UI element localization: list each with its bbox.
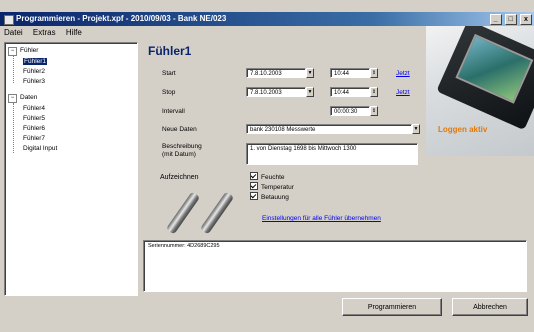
stop-label: Stop (162, 89, 176, 96)
tree-label: Fühler (20, 47, 39, 54)
tree-label: Fühler6 (23, 125, 46, 132)
tree-label: Fühler2 (23, 68, 46, 75)
start-now-link[interactable]: Jetzt (396, 70, 410, 77)
tree-item-fuehler6[interactable]: Fühler6 (23, 125, 45, 132)
app-icon (4, 15, 14, 25)
tree-item-fuehler2[interactable]: Fühler2 (23, 68, 45, 75)
calendar-dropdown-icon[interactable]: ▼ (306, 68, 314, 78)
menu-hilfe[interactable]: Hilfe (62, 27, 86, 39)
stop-date-field[interactable]: 7.8.10.2003 (246, 87, 306, 97)
data-logger-photo (426, 26, 534, 156)
checkbox-checked-icon[interactable] (250, 172, 258, 180)
checkbox-betauung[interactable]: Betauung (250, 192, 289, 201)
description-label: Beschreibung (162, 143, 202, 150)
apply-all-sensors-link[interactable]: Einstellungen für alle Fühler übernehmen (262, 215, 381, 222)
tree-item-fuehler7[interactable]: Fühler7 (23, 135, 45, 142)
calendar-dropdown-icon[interactable]: ▼ (306, 87, 314, 97)
checkbox-checked-icon[interactable] (250, 192, 258, 200)
tree-node-daten[interactable]: − Daten (8, 94, 37, 103)
tree-item-digital-input[interactable]: Digital Input (23, 145, 57, 152)
tree-line (13, 53, 14, 83)
tree-label: Digital Input (23, 145, 58, 152)
interval-field[interactable]: 00:00:30 (330, 106, 370, 116)
sensor-probe-icon (165, 191, 201, 235)
close-button[interactable]: x (520, 14, 532, 25)
tree-node-fuehler[interactable]: − Fühler (8, 47, 38, 56)
record-label: Aufzeichnen (160, 174, 199, 181)
interval-label: Intervall (162, 108, 185, 115)
tree-line (13, 103, 14, 153)
spin-icon[interactable]: ⇕ (370, 87, 378, 97)
description-field[interactable]: 1. von Dienstag 1698 bis Mittwoch 1300 (246, 143, 418, 165)
tree-item-fuehler5[interactable]: Fühler5 (23, 115, 45, 122)
start-date-field[interactable]: 7.8.10.2003 (246, 68, 306, 78)
stop-now-link[interactable]: Jetzt (396, 89, 410, 96)
program-button[interactable]: Programmieren (342, 298, 442, 316)
maximize-button[interactable]: □ (504, 14, 517, 25)
sensor-probe-icon (199, 191, 235, 235)
collapse-toggle-icon[interactable]: − (8, 47, 17, 56)
output-log[interactable]: Seriennummer: 4D2689C295 (143, 240, 527, 292)
tree-label: Fühler5 (23, 115, 46, 122)
sensor-probes-image (160, 191, 240, 236)
tree-label: Fühler1 (23, 58, 48, 65)
stop-time-field[interactable]: 10:44 (330, 87, 370, 97)
window-controls: _ □ x (489, 14, 532, 25)
tree-item-fuehler4[interactable]: Fühler4 (23, 105, 45, 112)
checkbox-temperatur[interactable]: Temperatur (250, 182, 294, 191)
tree-item-fuehler1[interactable]: Fühler1 (23, 58, 48, 65)
minimize-button[interactable]: _ (489, 14, 502, 25)
checkbox-checked-icon[interactable] (250, 182, 258, 190)
title-bar[interactable]: Programmieren - Projekt.xpf - 2010/09/03… (0, 12, 534, 26)
description-sublabel: (mit Datum) (162, 151, 196, 158)
application-window: Programmieren - Projekt.xpf - 2010/09/03… (0, 0, 534, 332)
new-data-label: Neue Daten (162, 126, 197, 133)
logging-status: Loggen aktiv (438, 125, 488, 134)
tree-label: Fühler4 (23, 105, 46, 112)
spin-icon[interactable]: ⇕ (370, 68, 378, 78)
tree-label: Fühler3 (23, 78, 46, 85)
new-data-select[interactable]: bank 230108 Messwerte (246, 124, 412, 134)
checkbox-label: Temperatur (261, 184, 294, 191)
window-title: Programmieren - Projekt.xpf - 2010/09/03… (16, 14, 227, 23)
tree-item-fuehler3[interactable]: Fühler3 (23, 78, 45, 85)
dropdown-arrow-icon[interactable]: ▼ (412, 124, 420, 134)
sensor-tree: − Fühler Fühler1 Fühler2 Fühler3 − Daten F… (4, 42, 138, 296)
panel-title: Fühler1 (148, 44, 192, 58)
tree-label: Fühler7 (23, 135, 46, 142)
checkbox-label: Betauung (261, 194, 289, 201)
output-text: Seriennummer: 4D2689C295 (148, 243, 220, 249)
menu-datei[interactable]: Datei (0, 27, 27, 39)
collapse-toggle-icon[interactable]: − (8, 94, 17, 103)
checkbox-label: Feuchte (261, 174, 285, 181)
cancel-button[interactable]: Abbrechen (452, 298, 528, 316)
checkbox-feuchte[interactable]: Feuchte (250, 172, 285, 181)
tree-label: Daten (20, 94, 38, 101)
start-time-field[interactable]: 10:44 (330, 68, 370, 78)
spin-icon[interactable]: ⇕ (370, 106, 378, 116)
menu-extras[interactable]: Extras (29, 27, 60, 39)
start-label: Start (162, 70, 176, 77)
